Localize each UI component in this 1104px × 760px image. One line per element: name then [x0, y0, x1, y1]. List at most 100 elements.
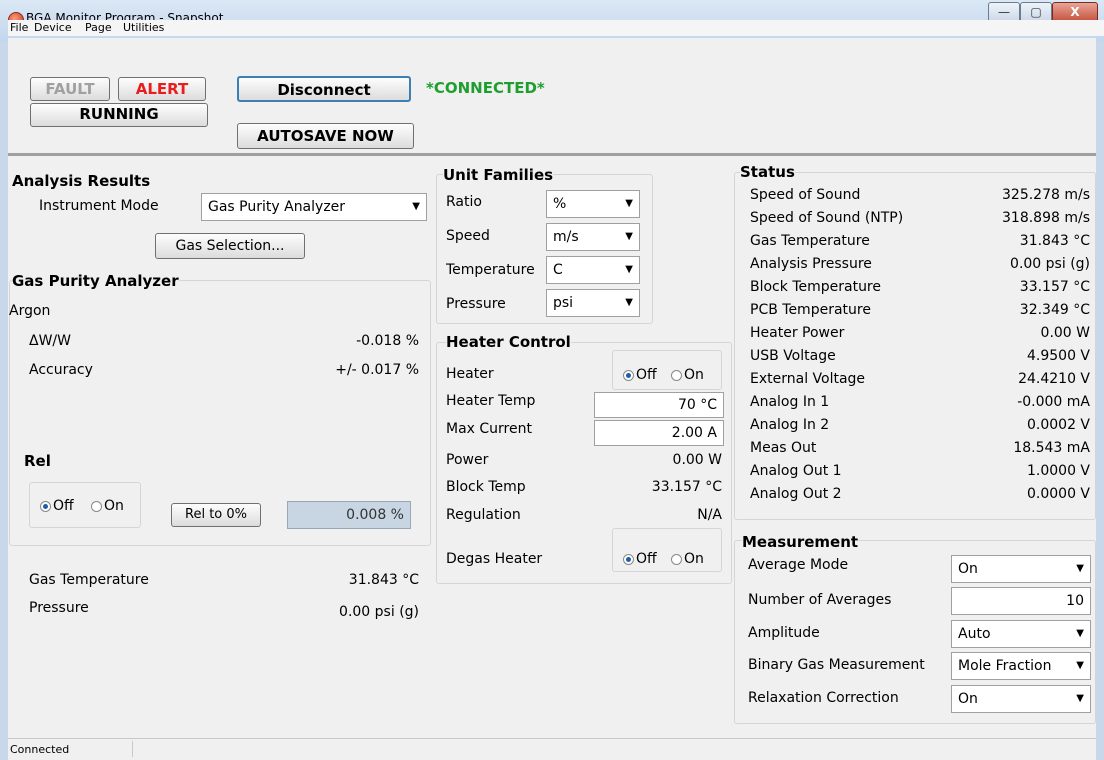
- menu-file[interactable]: File: [10, 21, 28, 34]
- chevron-down-icon: ▼: [625, 297, 633, 308]
- status-row: Speed of Sound (NTP) 318.898 m/s: [750, 210, 1090, 226]
- rel-on-radio[interactable]: On: [91, 498, 124, 514]
- unit-speed-label: Speed: [446, 228, 490, 244]
- status-row: Block Temperature 33.157 °C: [750, 279, 1090, 295]
- status-row: Analysis Pressure 0.00 psi (g): [750, 256, 1090, 272]
- radio-selected-icon: [623, 553, 634, 565]
- regulation-value: N/A: [697, 507, 722, 523]
- radio-unselected-icon: [671, 369, 682, 381]
- dw-label: ΔW/W: [29, 333, 71, 349]
- relaxation-correction-select[interactable]: On ▼: [951, 685, 1091, 713]
- heater-temp-label: Heater Temp: [446, 393, 536, 409]
- instrument-mode-select[interactable]: Gas Purity Analyzer ▼: [201, 193, 427, 221]
- fault-indicator: FAULT: [30, 77, 110, 101]
- unit-speed-select[interactable]: m/s ▼: [546, 223, 640, 251]
- heater-off-radio[interactable]: Off: [623, 367, 657, 383]
- heater-on-radio[interactable]: On: [671, 367, 704, 383]
- analysis-results-panel: Analysis Results Instrument Mode Gas Pur…: [9, 156, 434, 736]
- unit-families-heading: Unit Families: [443, 166, 554, 184]
- regulation-label: Regulation: [446, 507, 521, 523]
- chevron-down-icon: ▼: [625, 264, 633, 275]
- degas-radio-group: Off On: [612, 528, 722, 572]
- rel-heading: Rel: [24, 452, 51, 470]
- chevron-down-icon: ▼: [1076, 628, 1084, 639]
- degas-on-radio[interactable]: On: [671, 551, 704, 567]
- unit-temperature-select[interactable]: C ▼: [546, 256, 640, 284]
- amplitude-label: Amplitude: [748, 625, 820, 641]
- radio-unselected-icon: [671, 553, 682, 565]
- status-row: Analog In 1 -0.000 mA: [750, 394, 1090, 410]
- number-of-averages-label: Number of Averages: [748, 592, 892, 608]
- max-current-input[interactable]: 2.00 A: [594, 420, 724, 446]
- gas-name: Argon: [9, 303, 51, 319]
- rel-radio-group: Off On: [29, 482, 141, 528]
- chevron-down-icon: ▼: [625, 198, 633, 209]
- gas-selection-button[interactable]: Gas Selection...: [155, 233, 305, 259]
- unit-ratio-select[interactable]: % ▼: [546, 190, 640, 218]
- gpa-heading: Gas Purity Analyzer: [12, 272, 179, 290]
- instrument-mode-value: Gas Purity Analyzer: [208, 199, 346, 215]
- average-mode-label: Average Mode: [748, 557, 849, 573]
- analysis-results-heading: Analysis Results: [12, 172, 151, 190]
- heater-temp-input[interactable]: 70 °C: [594, 392, 724, 418]
- autosave-now-button[interactable]: AUTOSAVE NOW: [237, 123, 414, 149]
- accuracy-value: +/- 0.017 %: [335, 362, 419, 378]
- power-value: 0.00 W: [672, 452, 722, 468]
- disconnect-button[interactable]: Disconnect: [237, 76, 411, 102]
- app-window: BGA Monitor Program - Snapshot — ▢ X Fil…: [0, 0, 1104, 760]
- status-row: Heater Power 0.00 W: [750, 325, 1090, 341]
- radio-selected-icon: [623, 369, 634, 381]
- block-temp-label: Block Temp: [446, 479, 526, 495]
- menu-utilities[interactable]: Utilities: [123, 21, 164, 34]
- rel-off-radio[interactable]: Off: [40, 498, 74, 514]
- instrument-mode-label: Instrument Mode: [39, 198, 159, 214]
- rel-value-field: 0.008 %: [287, 501, 411, 529]
- status-row: USB Voltage 4.9500 V: [750, 348, 1090, 364]
- window-border-right: [1096, 42, 1104, 760]
- degas-off-radio[interactable]: Off: [623, 551, 657, 567]
- pressure-label: Pressure: [29, 600, 89, 616]
- toolbar: FAULT ALERT RUNNING Disconnect AUTOSAVE …: [8, 38, 1096, 155]
- status-row: Gas Temperature 31.843 °C: [750, 233, 1090, 249]
- alert-indicator: ALERT: [118, 77, 206, 101]
- chevron-down-icon: ▼: [625, 231, 633, 242]
- power-label: Power: [446, 452, 489, 468]
- binary-gas-select[interactable]: Mole Fraction ▼: [951, 652, 1091, 680]
- heater-label: Heater: [446, 366, 494, 382]
- status-bar-separator: [132, 741, 133, 757]
- radio-selected-icon: [40, 500, 51, 512]
- gas-temperature-label: Gas Temperature: [29, 572, 149, 588]
- degas-heater-label: Degas Heater: [446, 551, 543, 567]
- chevron-down-icon: ▼: [412, 201, 420, 212]
- menu-bar: File Device Page Utilities: [8, 20, 1104, 36]
- status-bar-text: Connected: [10, 743, 70, 756]
- menu-device[interactable]: Device: [34, 21, 72, 34]
- dw-value: -0.018 %: [356, 333, 419, 349]
- accuracy-label: Accuracy: [29, 362, 93, 378]
- status-row: PCB Temperature 32.349 °C: [750, 302, 1090, 318]
- status-bar: Connected: [8, 738, 1096, 760]
- window-border-left: [0, 42, 8, 760]
- rel-to-zero-button[interactable]: Rel to 0%: [171, 503, 261, 527]
- unit-ratio-label: Ratio: [446, 194, 482, 210]
- block-temp-value: 33.157 °C: [651, 479, 722, 495]
- max-current-label: Max Current: [446, 421, 532, 437]
- status-list: Speed of Sound 325.278 m/s Speed of Sound…: [750, 187, 1090, 509]
- number-of-averages-input[interactable]: 10: [951, 587, 1091, 615]
- amplitude-select[interactable]: Auto ▼: [951, 620, 1091, 648]
- chevron-down-icon: ▼: [1076, 693, 1084, 704]
- unit-pressure-label: Pressure: [446, 296, 506, 312]
- status-row: Analog Out 2 0.0000 V: [750, 486, 1090, 502]
- menu-page[interactable]: Page: [85, 21, 112, 34]
- unit-pressure-select[interactable]: psi ▼: [546, 289, 640, 317]
- connection-status: *CONNECTED*: [426, 79, 545, 97]
- status-row: Analog Out 1 1.0000 V: [750, 463, 1090, 479]
- status-row: External Voltage 24.4210 V: [750, 371, 1090, 387]
- chevron-down-icon: ▼: [1076, 563, 1084, 574]
- radio-unselected-icon: [91, 500, 102, 512]
- binary-gas-label: Binary Gas Measurement: [748, 657, 925, 673]
- chevron-down-icon: ▼: [1076, 660, 1084, 671]
- measurement-heading: Measurement: [742, 533, 859, 551]
- heater-control-heading: Heater Control: [446, 333, 571, 351]
- average-mode-select[interactable]: On ▼: [951, 555, 1091, 583]
